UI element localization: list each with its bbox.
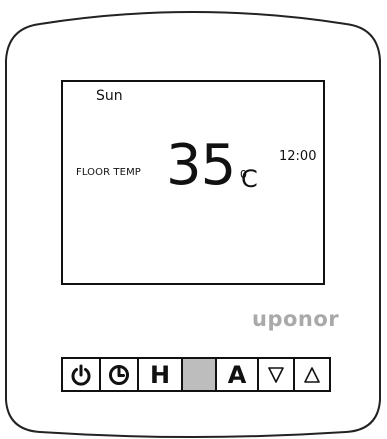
power-button[interactable] bbox=[63, 359, 101, 390]
clock-time: 12:00 bbox=[279, 149, 317, 164]
brand-logo: uponor bbox=[252, 307, 340, 331]
temperature-unit: 0C bbox=[240, 166, 258, 192]
auto-button-label: A bbox=[227, 360, 247, 389]
clock-button[interactable] bbox=[101, 359, 139, 390]
blank-button[interactable] bbox=[183, 359, 217, 390]
floor-temp-label: FLOOR TEMP bbox=[76, 167, 141, 178]
down-button[interactable] bbox=[259, 359, 295, 390]
button-bar: H A bbox=[61, 357, 331, 392]
power-icon bbox=[71, 364, 91, 386]
holiday-button[interactable]: H bbox=[139, 359, 183, 390]
temperature-value: 35 bbox=[166, 133, 236, 198]
day-label: Sun bbox=[96, 88, 123, 104]
degree-symbol: 0 bbox=[240, 168, 247, 181]
triangle-up-icon bbox=[304, 366, 320, 383]
auto-button[interactable]: A bbox=[217, 359, 259, 390]
triangle-down-icon bbox=[268, 366, 284, 383]
display-screen: Sun FLOOR TEMP 35 0C 12:00 bbox=[61, 80, 325, 285]
clock-icon bbox=[109, 364, 129, 385]
holiday-button-label: H bbox=[149, 360, 171, 389]
up-button[interactable] bbox=[295, 359, 329, 390]
